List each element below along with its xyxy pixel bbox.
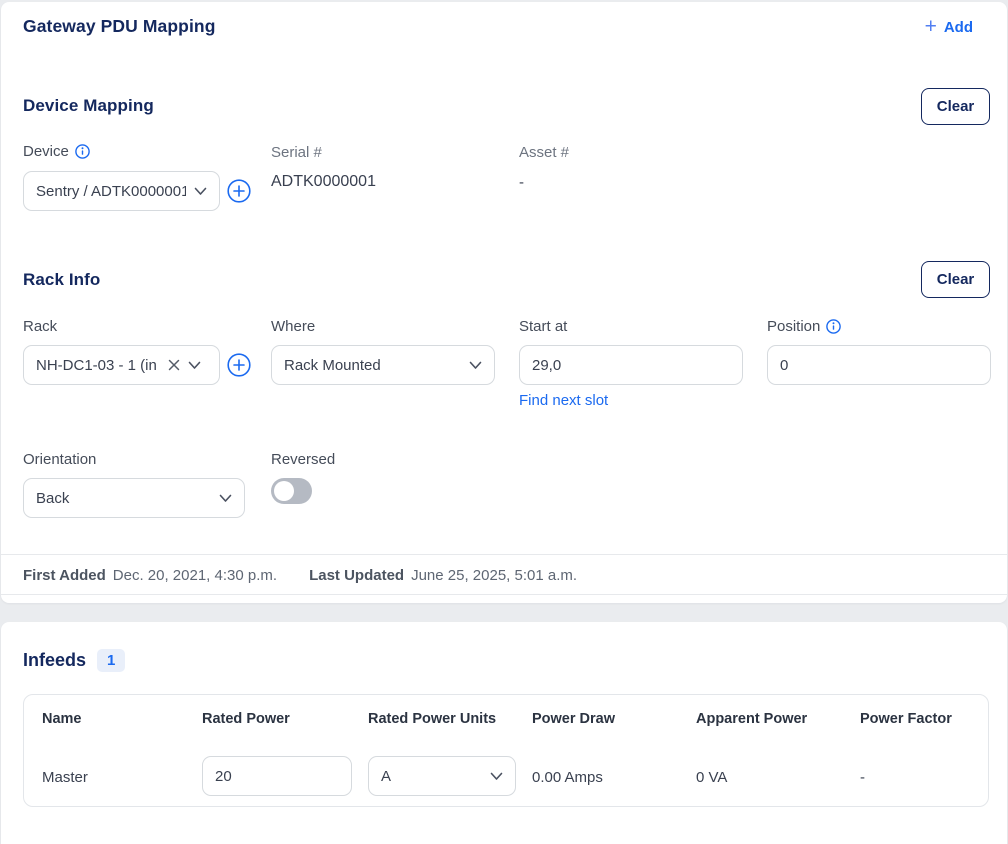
- add-button-label: Add: [944, 19, 973, 36]
- asset-value: -: [519, 174, 524, 191]
- rack-label: Rack: [23, 318, 57, 335]
- col-header-power-factor: Power Factor: [860, 711, 952, 727]
- col-header-rated-power: Rated Power: [202, 711, 290, 727]
- first-added-value: Dec. 20, 2021, 4:30 p.m.: [113, 567, 277, 584]
- apparent-power-value: 0 VA: [696, 769, 727, 786]
- position-input[interactable]: 0: [767, 345, 991, 385]
- infeeds-header: Infeeds 1: [23, 649, 125, 672]
- toggle-knob: [274, 481, 294, 501]
- gateway-pdu-mapping-card: Gateway PDU Mapping + Add Device Mapping…: [1, 2, 1007, 603]
- find-next-slot-link[interactable]: Find next slot: [519, 392, 608, 409]
- start-at-label: Start at: [519, 318, 567, 335]
- power-factor-value: -: [860, 769, 865, 786]
- add-rack-icon[interactable]: [227, 353, 251, 377]
- start-at-input[interactable]: 29,0: [519, 345, 743, 385]
- chevron-down-icon: [219, 494, 232, 503]
- card-bottom-divider: [1, 594, 1007, 595]
- col-header-rated-power-units: Rated Power Units: [368, 711, 496, 727]
- footer-divider: [1, 554, 1007, 555]
- infeeds-table: Name Rated Power Rated Power Units Power…: [23, 694, 989, 807]
- infeeds-card: Infeeds 1 Name Rated Power Rated Power U…: [1, 622, 1007, 844]
- chevron-down-icon: [490, 772, 503, 781]
- add-button[interactable]: + Add: [925, 17, 973, 37]
- device-mapping-heading: Device Mapping: [23, 96, 154, 116]
- device-label: Device: [23, 143, 90, 160]
- last-updated-value: June 25, 2025, 5:01 a.m.: [411, 567, 577, 584]
- device-select[interactable]: Sentry / ADTK0000001: [23, 171, 220, 211]
- asset-label: Asset #: [519, 144, 569, 161]
- rated-power-input[interactable]: 20: [202, 756, 352, 796]
- where-select[interactable]: Rack Mounted: [271, 345, 495, 385]
- rack-select-value: NH-DC1-03 - 1 (in NH: [36, 357, 162, 374]
- chevron-down-icon: [188, 361, 201, 370]
- rated-power-units-value: A: [381, 768, 490, 785]
- first-added: First Added Dec. 20, 2021, 4:30 p.m.: [23, 567, 277, 584]
- orientation-select-value: Back: [36, 490, 211, 507]
- where-label: Where: [271, 318, 315, 335]
- page-title: Gateway PDU Mapping: [23, 16, 216, 37]
- clear-x-icon[interactable]: [168, 359, 180, 371]
- serial-value: ADTK0000001: [271, 173, 376, 191]
- position-label: Position: [767, 318, 841, 335]
- rated-power-input-value: 20: [215, 768, 232, 785]
- col-header-name: Name: [42, 711, 82, 727]
- infeeds-count-badge: 1: [97, 649, 125, 672]
- serial-label: Serial #: [271, 144, 322, 161]
- position-input-value: 0: [780, 357, 788, 374]
- info-icon[interactable]: [75, 144, 90, 159]
- rack-info-heading: Rack Info: [23, 270, 100, 290]
- chevron-down-icon: [469, 361, 482, 370]
- infeed-name: Master: [42, 769, 88, 786]
- col-header-power-draw: Power Draw: [532, 711, 615, 727]
- last-updated: Last Updated June 25, 2025, 5:01 a.m.: [309, 567, 577, 584]
- infeeds-heading: Infeeds: [23, 650, 86, 671]
- rated-power-units-select[interactable]: A: [368, 756, 516, 796]
- orientation-label: Orientation: [23, 451, 96, 468]
- rack-select[interactable]: NH-DC1-03 - 1 (in NH: [23, 345, 220, 385]
- reversed-label: Reversed: [271, 451, 335, 468]
- add-device-icon[interactable]: [227, 179, 251, 203]
- device-select-value: Sentry / ADTK0000001: [36, 183, 186, 200]
- power-draw-value: 0.00 Amps: [532, 769, 603, 786]
- chevron-down-icon: [194, 187, 207, 196]
- record-timestamps: First Added Dec. 20, 2021, 4:30 p.m. Las…: [23, 567, 577, 584]
- device-mapping-clear-button[interactable]: Clear: [921, 88, 990, 125]
- start-at-input-value: 29,0: [532, 357, 561, 374]
- last-updated-label: Last Updated: [309, 567, 404, 584]
- info-icon[interactable]: [826, 319, 841, 334]
- reversed-toggle[interactable]: [271, 478, 312, 504]
- orientation-select[interactable]: Back: [23, 478, 245, 518]
- plus-icon: +: [925, 17, 937, 37]
- col-header-apparent-power: Apparent Power: [696, 711, 807, 727]
- rack-info-clear-button[interactable]: Clear: [921, 261, 990, 298]
- first-added-label: First Added: [23, 567, 106, 584]
- where-select-value: Rack Mounted: [284, 357, 461, 374]
